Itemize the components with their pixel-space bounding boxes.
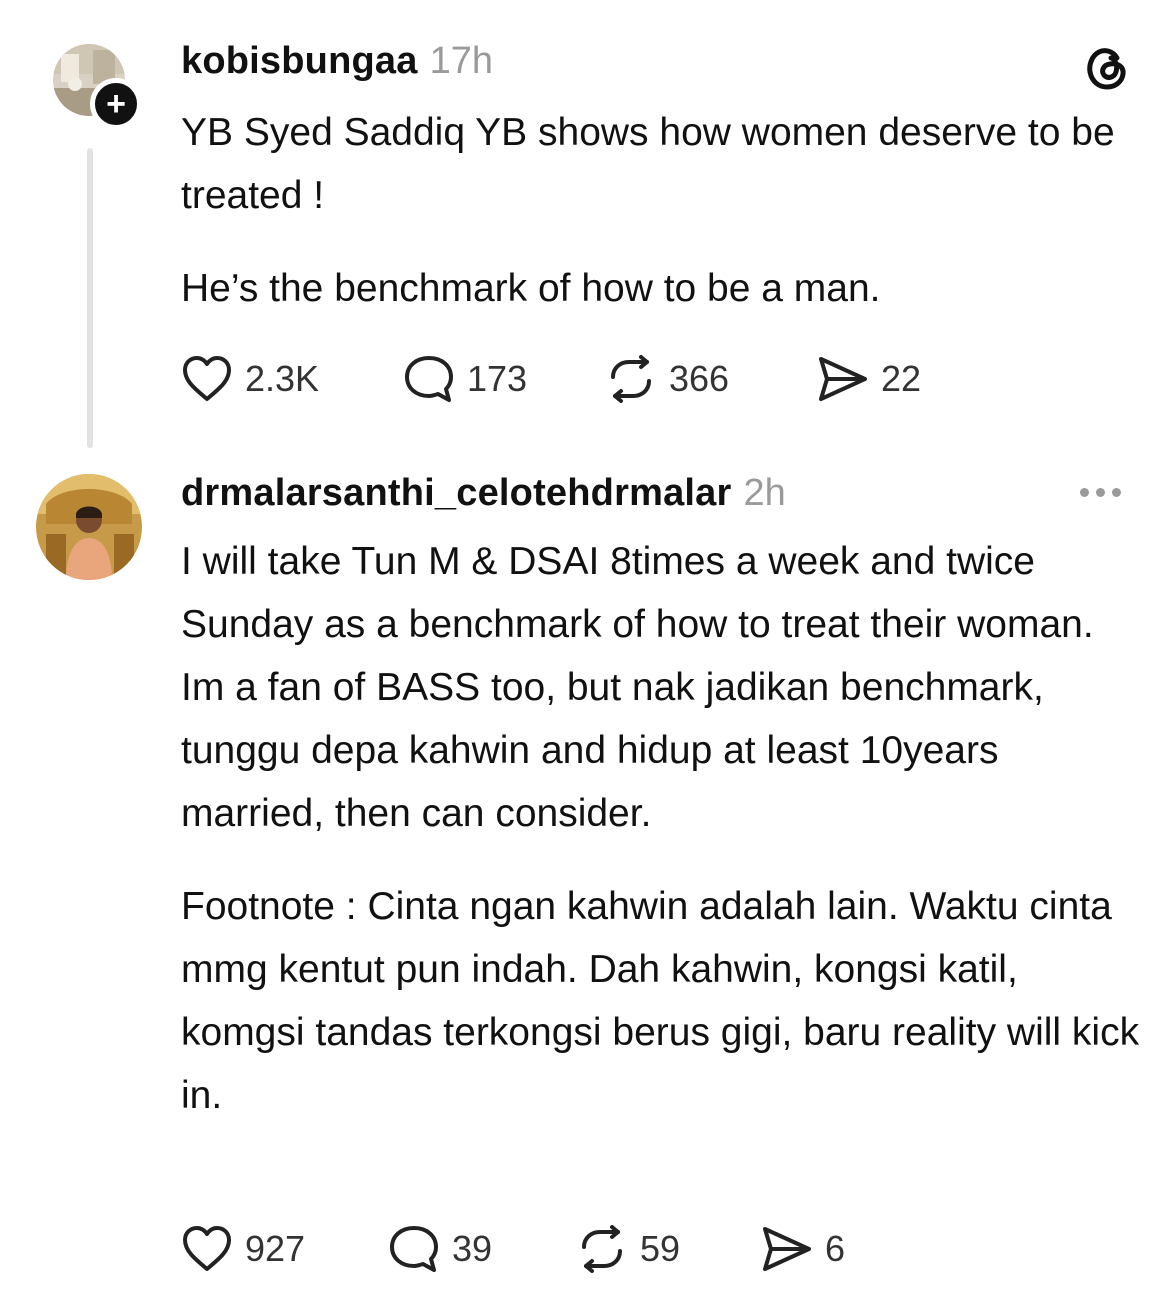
reply-button[interactable]: 39 xyxy=(388,1224,576,1274)
reply-count: 173 xyxy=(467,358,528,399)
share-button[interactable]: 6 xyxy=(761,1225,845,1273)
share-button[interactable]: 22 xyxy=(817,355,921,403)
post-drmalarsanthi: drmalarsanthi_celotehdrmalar 2h I will t… xyxy=(0,460,1170,1311)
action-bar: 2.3K 173 366 22 xyxy=(181,354,921,404)
action-bar: 927 39 59 6 xyxy=(181,1224,845,1274)
share-count: 22 xyxy=(881,358,922,399)
send-arrow-icon xyxy=(817,355,869,403)
post-paragraph: He’s the benchmark of how to be a man. xyxy=(181,267,881,310)
like-count: 2.3K xyxy=(245,358,320,399)
repost-button[interactable]: 366 xyxy=(605,355,817,403)
post-paragraph: Footnote : Cinta ngan kahwin adalah lain… xyxy=(181,885,1140,1117)
post-kobisbungaa: + kobisbungaa 17h YB Syed Saddiq YB show… xyxy=(0,0,1170,460)
like-button[interactable]: 927 xyxy=(181,1225,388,1273)
repost-count: 366 xyxy=(669,358,730,399)
reply-count: 39 xyxy=(452,1228,493,1269)
repost-arrows-icon xyxy=(576,1225,628,1273)
heart-icon xyxy=(181,355,233,403)
follow-button[interactable]: + xyxy=(90,78,142,130)
heart-icon xyxy=(181,1225,233,1273)
post-paragraph: YB Syed Saddiq YB shows how women deserv… xyxy=(181,111,1115,217)
share-count: 6 xyxy=(825,1228,846,1269)
speech-bubble-icon xyxy=(403,354,455,404)
repost-arrows-icon xyxy=(605,355,657,403)
speech-bubble-icon xyxy=(388,1224,440,1274)
thread-connector-line xyxy=(87,148,93,448)
repost-button[interactable]: 59 xyxy=(576,1225,761,1273)
threads-logo-icon[interactable] xyxy=(1083,44,1131,97)
post-time: 17h xyxy=(429,40,493,82)
repost-count: 59 xyxy=(640,1228,681,1269)
username[interactable]: drmalarsanthi_celotehdrmalar xyxy=(181,472,731,515)
like-count: 927 xyxy=(245,1228,306,1269)
avatar[interactable] xyxy=(36,474,142,580)
reply-button[interactable]: 173 xyxy=(403,354,605,404)
username[interactable]: kobisbungaa xyxy=(181,40,418,83)
more-dots-icon[interactable] xyxy=(1080,488,1121,497)
post-paragraph: I will take Tun M & DSAI 8times a week a… xyxy=(181,540,1094,835)
send-arrow-icon xyxy=(761,1225,813,1273)
post-time: 2h xyxy=(743,472,786,514)
like-button[interactable]: 2.3K xyxy=(181,355,403,403)
